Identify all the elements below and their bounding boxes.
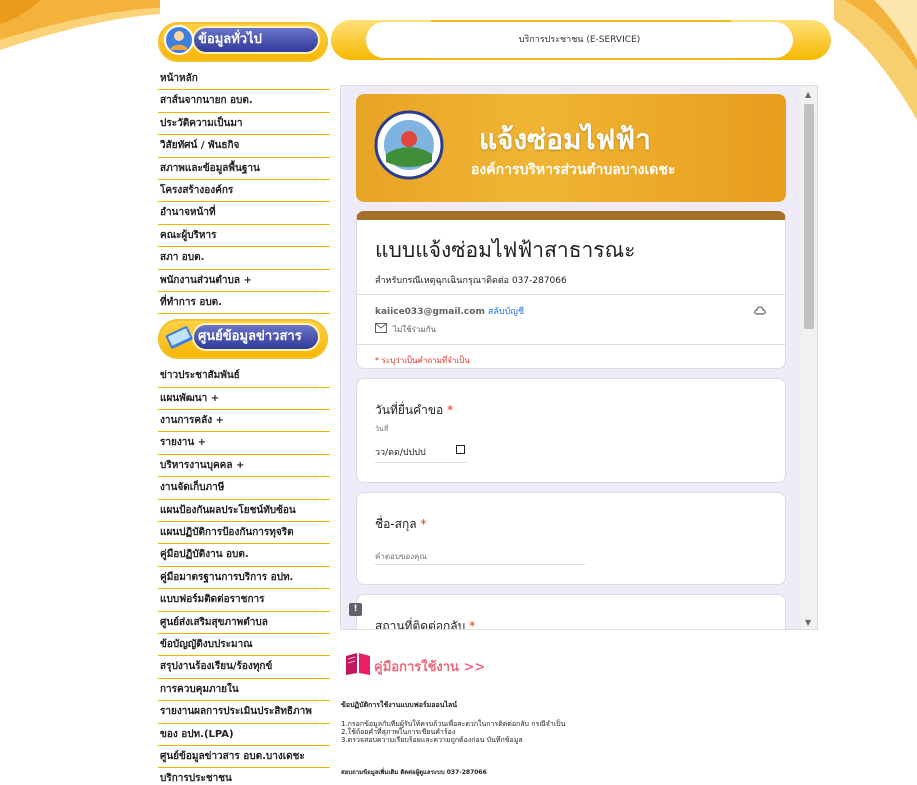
- form-title: แบบแจ้งซ่อมไฟฟ้าสาธารณะ: [375, 238, 636, 262]
- news-item-14[interactable]: การควบคุมภายใน: [158, 679, 330, 702]
- general-item-7[interactable]: คณะผู้บริหาร: [158, 225, 330, 248]
- seal-icon: [374, 110, 444, 180]
- step-item: 2.ใช้ถ้อยคำที่สุภาพในการเขียนคำร้อง: [341, 728, 456, 736]
- general-item-3[interactable]: วิสัยทัศน์ / พันธกิจ: [158, 135, 330, 158]
- date-input[interactable]: วว/ดด/ปปปป: [375, 441, 467, 463]
- page: ข้อมูลทั่วไป หน้าหลัก สาส์นจากนายก อบต. ปร…: [0, 0, 917, 785]
- news-item-1[interactable]: แผนพัฒนา +: [158, 388, 330, 411]
- eservice-banner: บริการประชาชน (E-SERVICE): [331, 20, 831, 60]
- scroll-thumb[interactable]: [804, 104, 814, 329]
- eservice-title: บริการประชาชน (E-SERVICE): [518, 35, 641, 45]
- section-header-general: ข้อมูลทั่วไป: [158, 20, 330, 66]
- form-description: สำหรับกรณีเหตุฉุกเฉินกรุณาติดต่อ 037-287…: [375, 276, 567, 286]
- news-item-8[interactable]: คู่มือปฏิบัติงาน อบต.: [158, 544, 330, 567]
- news-item-5[interactable]: งานจัดเก็บภาษี: [158, 477, 330, 500]
- news-item-4[interactable]: บริหารงานบุคคล +: [158, 455, 330, 478]
- news-item-0[interactable]: ข่าวประชาสัมพันธ์: [158, 365, 330, 388]
- banner-subtitle: องค์การบริหารส่วนตำบลบางเดชะ: [471, 162, 676, 178]
- switch-account-link[interactable]: สลับบัญชี: [488, 307, 524, 317]
- news-menu: ข่าวประชาสัมพันธ์ แผนพัฒนา + งานการคลัง + ร…: [158, 365, 330, 785]
- section-title-general: ข้อมูลทั่วไป: [198, 32, 262, 47]
- steps-list: 1.กรอกข้อมูลกับทีมผู้รับให้ครบถ้วนเพื่อส…: [341, 720, 565, 744]
- news-item-10[interactable]: แบบฟอร์มติดต่อราชการ: [158, 589, 330, 612]
- not-shared-label: ไม่ใช้ร่วมกัน: [393, 325, 437, 334]
- general-item-6[interactable]: อำนาจหน้าที่: [158, 202, 330, 225]
- scroll-down-icon[interactable]: ▼: [805, 618, 811, 627]
- form-scrollbar[interactable]: ▲ ▼: [801, 86, 817, 629]
- general-item-10[interactable]: ที่ทำการ อบต.: [158, 292, 330, 315]
- calendar-icon[interactable]: [456, 445, 465, 454]
- general-item-2[interactable]: ประวัติความเป็นมา: [158, 113, 330, 136]
- general-menu: หน้าหลัก สาส์นจากนายก อบต. ประวัติความเป็น…: [158, 68, 330, 315]
- news-item-3[interactable]: รายงาน +: [158, 432, 330, 455]
- general-item-4[interactable]: สภาพและข้อมูลพื้นฐาน: [158, 158, 330, 180]
- news-item-15[interactable]: รายงานผลการประเมินประสิทธิภาพ: [158, 701, 330, 724]
- news-item-13[interactable]: สรุปงานร้องเรียน/ร้องทุกข์: [158, 656, 330, 679]
- left-decoration: [0, 0, 160, 785]
- steps-title: ข้อปฏิบัติการใช้งานแบบฟอร์มออนไลน์: [341, 701, 458, 709]
- mail-icon: [375, 323, 387, 333]
- news-item-6[interactable]: แผนป้องกันผลประโยชน์ทับซ้อน: [158, 500, 330, 523]
- news-item-16[interactable]: ของ อปท.(LPA): [158, 724, 330, 746]
- news-item-9[interactable]: คู่มือมาตรฐานการบริการ อปท.: [158, 567, 330, 590]
- news-item-18[interactable]: บริการประชาชน: [158, 768, 330, 785]
- name-input[interactable]: คำตอบของคุณ: [375, 545, 585, 565]
- form-banner: แจ้งซ่อมไฟฟ้า องค์การบริหารส่วนตำบลบางเด…: [356, 94, 786, 202]
- form-header-card: แบบแจ้งซ่อมไฟฟ้าสาธารณะ สำหรับกรณีเหตุฉุ…: [356, 211, 786, 369]
- section-title-news: ศูนย์ข้อมูลข่าวสาร: [198, 329, 302, 345]
- question-address-card: สถานที่ติดต่อกลับ *: [356, 594, 786, 630]
- scroll-up-icon[interactable]: ▲: [805, 90, 811, 99]
- news-item-7[interactable]: แผนปฏิบัติการป้องกันการทุจริต: [158, 522, 330, 545]
- general-item-9[interactable]: พนักงานส่วนตำบล +: [158, 270, 330, 292]
- question-date-card: วันที่ยื่นคำขอ * วันที่ วว/ดด/ปปปป: [356, 378, 786, 483]
- book-icon: [165, 326, 193, 349]
- user-icon: [164, 25, 194, 55]
- account-email: kaiice033@gmail.com สลับบัญชี: [375, 307, 525, 317]
- news-item-12[interactable]: ข้อบัญญัติงบประมาณ: [158, 634, 330, 657]
- question-name-label: ชื่อ-สกุล *: [375, 517, 427, 531]
- section-header-news: ศูนย์ข้อมูลข่าวสาร: [158, 317, 330, 363]
- cloud-icon: [754, 306, 766, 315]
- step-item: 1.กรอกข้อมูลกับทีมผู้รับให้ครบถ้วนเพื่อส…: [341, 720, 566, 728]
- general-item-5[interactable]: โครงสร้างองค์กร: [158, 180, 330, 203]
- banner-title: แจ้งซ่อมไฟฟ้า: [479, 123, 651, 156]
- sidebar: ข้อมูลทั่วไป หน้าหลัก สาส์นจากนายก อบต. ปร…: [158, 20, 330, 785]
- news-item-2[interactable]: งานการคลัง +: [158, 410, 330, 433]
- general-item-0[interactable]: หน้าหลัก: [158, 68, 330, 91]
- question-date-label: วันที่ยื่นคำขอ *: [375, 403, 454, 417]
- right-decoration: [834, 0, 917, 785]
- contact-info: สอบถามข้อมูลเพิ่มเติม ติดต่อผู้ดูแลระบบ …: [341, 769, 487, 776]
- form-frame[interactable]: แจ้งซ่อมไฟฟ้า องค์การบริหารส่วนตำบลบางเด…: [340, 85, 818, 630]
- date-sublabel: วันที่: [375, 425, 389, 433]
- report-icon[interactable]: !: [349, 603, 362, 616]
- required-note: * ระบุว่าเป็นคำถามที่จำเป็น: [375, 356, 470, 365]
- question-name-card: ชื่อ-สกุล * คำตอบของคุณ: [356, 492, 786, 585]
- manual-book-icon: [346, 653, 370, 675]
- general-item-8[interactable]: สภา อบต.: [158, 247, 330, 270]
- step-item: 3.ตรวจสอบความเรียบร้อยและความถูกต้องก่อน…: [341, 736, 523, 744]
- news-item-17[interactable]: ศูนย์ข้อมูลข่าวสาร อบต.บางเดชะ: [158, 746, 330, 769]
- general-item-1[interactable]: สาส์นจากนายก อบต.: [158, 90, 330, 113]
- question-address-label: สถานที่ติดต่อกลับ *: [375, 619, 476, 630]
- news-item-11[interactable]: ศูนย์ส่งเสริมสุขภาพตำบล: [158, 612, 330, 634]
